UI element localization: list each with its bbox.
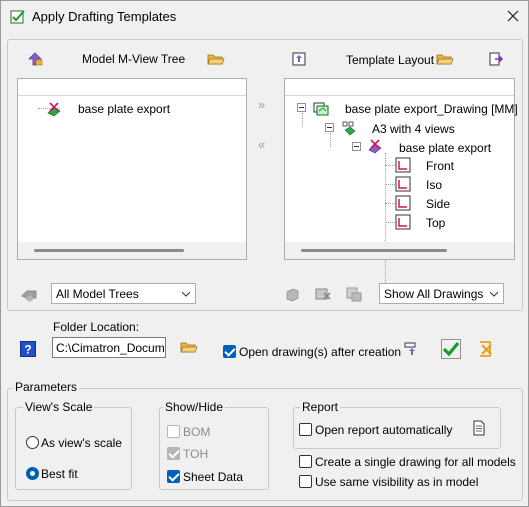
view-frame-icon: [395, 195, 411, 211]
folder-location-label: Folder Location:: [53, 320, 140, 334]
model-tree-hscrollbar[interactable]: [18, 242, 246, 259]
views-scale-label: View's Scale: [23, 400, 95, 414]
close-icon[interactable]: [502, 5, 524, 27]
svg-text:?: ?: [24, 343, 31, 357]
open-after-creation-label: Open drawing(s) after creation: [239, 345, 402, 359]
model-tree-column-header: [18, 79, 246, 96]
exit-icon[interactable]: [488, 51, 504, 67]
stack-views-icon[interactable]: [284, 286, 300, 302]
folder-location-value: C:\Cimatron_Documen: [56, 341, 166, 355]
model-tree-up-icon[interactable]: [27, 51, 43, 67]
delete-view-icon[interactable]: [315, 286, 331, 302]
apply-drafting-templates-dialog: Apply Drafting Templates Model M-View Tr…: [0, 0, 529, 507]
model-filter-icon: [21, 290, 37, 302]
open-after-creation-checkbox[interactable]: [223, 345, 236, 358]
pin-icon[interactable]: [403, 340, 419, 356]
sheet-data-label: Sheet Data: [183, 470, 244, 484]
single-drawing-label: Create a single drawing for all models: [315, 455, 516, 469]
expander-sheet[interactable]: [325, 123, 334, 132]
toh-checkbox[interactable]: [167, 447, 180, 460]
app-icon: [10, 10, 25, 24]
expander-root[interactable]: [297, 103, 306, 112]
view-frame-icon: [395, 214, 411, 230]
add-template-button[interactable]: »: [258, 97, 265, 112]
template-layout-header: Template Layout: [346, 53, 435, 67]
model-tree-filter-select[interactable]: All Model Trees: [51, 283, 196, 304]
scroll-thumb[interactable]: [301, 249, 447, 252]
view-node-side[interactable]: Side: [426, 197, 450, 211]
as-views-scale-label: As view's scale: [41, 436, 122, 450]
single-drawing-checkbox[interactable]: [299, 455, 312, 468]
same-visibility-label: Use same visibility as in model: [315, 475, 479, 489]
chevron-down-icon: [182, 291, 190, 297]
remove-template-button[interactable]: «: [258, 137, 265, 152]
chevron-down-icon: [490, 291, 498, 297]
model-tree[interactable]: base plate export: [17, 78, 247, 260]
view-node-front[interactable]: Front: [426, 159, 454, 173]
model-tree-filter-value: All Model Trees: [56, 287, 139, 301]
open-report-label: Open report automatically: [315, 423, 453, 437]
template-export-icon[interactable]: [291, 51, 307, 67]
sheet-data-checkbox[interactable]: [167, 470, 180, 483]
open-folder-icon[interactable]: [207, 51, 225, 67]
view-properties-icon[interactable]: [346, 286, 362, 302]
help-icon[interactable]: ?: [20, 341, 36, 357]
drawings-filter-select[interactable]: Show All Drawings: [379, 283, 504, 304]
template-tree-column-header: [285, 79, 514, 96]
scroll-thumb[interactable]: [34, 249, 184, 252]
toh-label: TOH: [183, 447, 209, 461]
apply-check-icon[interactable]: [441, 339, 461, 359]
open-report-checkbox[interactable]: [299, 423, 312, 436]
report-label: Report: [300, 400, 341, 414]
same-visibility-checkbox[interactable]: [299, 475, 312, 488]
browse-folder-icon[interactable]: [180, 339, 198, 355]
best-fit-radio[interactable]: [26, 467, 39, 480]
title-bar: Apply Drafting Templates: [1, 1, 528, 33]
parameters-label: Parameters: [13, 380, 80, 394]
view-node-top[interactable]: Top: [426, 216, 445, 230]
show-hide-label: Show/Hide: [163, 400, 226, 414]
expander-model[interactable]: [352, 142, 361, 151]
template-tree-hscrollbar[interactable]: [285, 242, 514, 259]
model-view-icon: [368, 139, 382, 154]
best-fit-label: Best fit: [41, 467, 78, 481]
bom-checkbox[interactable]: [167, 425, 180, 438]
report-document-icon[interactable]: [471, 420, 487, 436]
as-views-scale-radio[interactable]: [26, 436, 39, 449]
open-template-folder-icon[interactable]: [436, 51, 454, 67]
folder-location-input[interactable]: C:\Cimatron_Documen: [52, 337, 166, 358]
cancel-exit-icon[interactable]: [477, 340, 495, 358]
template-layout-tree[interactable]: base plate export_Drawing [MM] A3 with 4…: [284, 78, 518, 297]
drawing-icon: [313, 102, 329, 116]
sheet-icon: [342, 121, 356, 136]
model-node[interactable]: base plate export: [399, 141, 491, 155]
template-root-node[interactable]: base plate export_Drawing [MM]: [345, 102, 518, 116]
drawings-filter-value: Show All Drawings: [384, 287, 484, 301]
model-tree-header: Model M-View Tree: [82, 52, 186, 66]
view-frame-icon: [395, 157, 411, 173]
model-part-icon: [47, 102, 61, 117]
view-frame-icon: [395, 176, 411, 192]
view-node-iso[interactable]: Iso: [426, 178, 442, 192]
sheet-node[interactable]: A3 with 4 views: [372, 122, 455, 136]
model-tree-node[interactable]: base plate export: [78, 102, 170, 116]
window-title: Apply Drafting Templates: [32, 9, 177, 24]
bom-label: BOM: [183, 425, 211, 439]
